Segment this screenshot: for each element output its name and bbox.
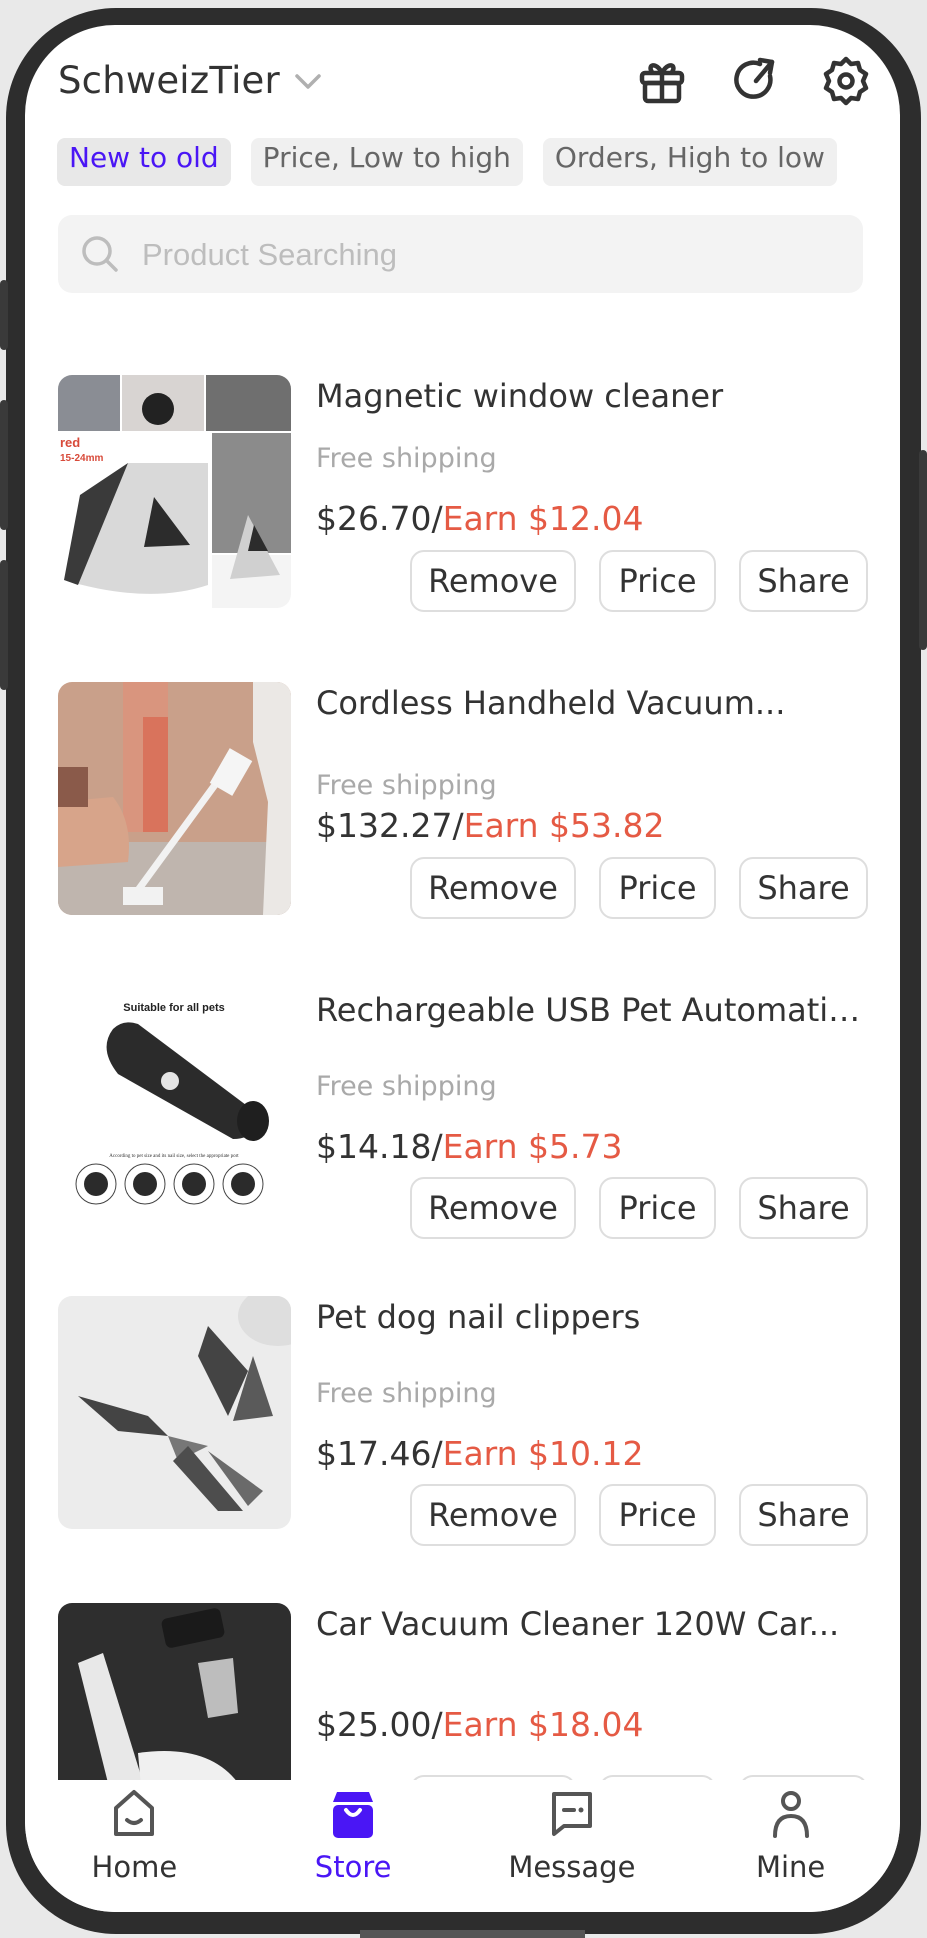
svg-text:red: red (60, 435, 80, 450)
earn-amount: Earn $5.73 (442, 1127, 623, 1166)
price-button[interactable]: Price (599, 1484, 716, 1546)
share-button[interactable]: Share (739, 857, 868, 919)
share-button[interactable]: Share (739, 1177, 868, 1239)
nav-store[interactable]: Store (244, 1780, 463, 1912)
product-title[interactable]: Magnetic window cleaner (316, 377, 866, 415)
product-title[interactable]: Rechargeable USB Pet Automatic... (316, 991, 866, 1029)
phone-side-button (0, 560, 8, 690)
product-search-input[interactable] (140, 215, 844, 295)
shipping-label: Free shipping (316, 770, 497, 801)
product-image-pet-nail-grinder[interactable]: Suitable for all pets According to pet s… (58, 989, 291, 1222)
product-item: Cordless Handheld Vacuum... Free shippin… (58, 682, 868, 932)
phone-side-button (0, 400, 8, 530)
svg-text:According to pet size and its: According to pet size and its nail size,… (109, 1154, 239, 1159)
svg-text:15-24mm: 15-24mm (60, 453, 103, 464)
home-icon (114, 1790, 155, 1836)
nav-mine[interactable]: Mine (681, 1780, 900, 1912)
sort-chip-orders-high-low[interactable]: Orders, High to low (542, 138, 837, 186)
price-line: $17.46/Earn $10.12 (316, 1434, 644, 1473)
person-icon (772, 1791, 809, 1838)
product-image-car-vacuum[interactable] (58, 1603, 291, 1805)
product-title[interactable]: Cordless Handheld Vacuum... (316, 684, 866, 722)
product-item: Suitable for all pets According to pet s… (58, 989, 868, 1239)
earn-amount: Earn $18.04 (442, 1705, 644, 1744)
product-actions: Remove Price Share (410, 1177, 868, 1239)
product-item: red 15-24mm Magnetic window cleaner Free… (58, 375, 868, 625)
home-indicator (360, 1930, 585, 1938)
nav-label: Store (314, 1850, 392, 1884)
share-button[interactable]: Share (739, 550, 868, 612)
product-image-magnetic-window-cleaner[interactable]: red 15-24mm (58, 375, 291, 608)
nav-message[interactable]: Message (463, 1780, 682, 1912)
earn-amount: Earn $10.12 (442, 1434, 644, 1473)
product-actions: Remove Price Share (410, 857, 868, 919)
earn-amount: Earn $12.04 (442, 499, 644, 538)
earn-amount: Earn $53.82 (463, 806, 665, 845)
price-button[interactable]: Price (599, 1177, 716, 1239)
remove-button[interactable]: Remove (410, 857, 576, 919)
app-header: SchweizTier (25, 25, 900, 145)
product-actions: Remove Price Share (410, 550, 868, 612)
nav-home[interactable]: Home (25, 1780, 244, 1912)
search-bar (58, 215, 863, 295)
refresh-icon[interactable] (730, 55, 782, 107)
share-button[interactable]: Share (739, 1484, 868, 1546)
product-item: Car Vacuum Cleaner 120W Car... $25.00/Ea… (58, 1603, 868, 1805)
price-button[interactable]: Price (599, 550, 716, 612)
product-list[interactable]: red 15-24mm Magnetic window cleaner Free… (25, 350, 900, 1805)
sort-chips: New to old Price, Low to high Orders, Hi… (57, 138, 837, 210)
product-title[interactable]: Car Vacuum Cleaner 120W Car... (316, 1605, 866, 1643)
product-price: $25.00/ (316, 1705, 443, 1744)
product-actions: Remove Price Share (410, 1484, 868, 1546)
chevron-down-icon[interactable] (293, 67, 323, 97)
price-line: $26.70/Earn $12.04 (316, 499, 644, 538)
phone-side-button (0, 280, 8, 350)
search-icon (82, 236, 118, 272)
store-bag-icon (333, 1792, 374, 1838)
app-screen: SchweizTier New to old Price, Low to hig… (25, 25, 900, 1912)
nav-label: Home (91, 1850, 178, 1884)
product-image-cordless-vacuum[interactable] (58, 682, 291, 915)
product-price: $26.70/ (316, 499, 443, 538)
gear-icon[interactable] (820, 55, 872, 107)
product-price: $132.27/ (316, 806, 464, 845)
message-icon (551, 1792, 592, 1836)
price-line: $14.18/Earn $5.73 (316, 1127, 623, 1166)
price-line: $132.27/Earn $53.82 (316, 806, 665, 845)
gift-icon[interactable] (636, 55, 688, 107)
shipping-label: Free shipping (316, 1071, 497, 1102)
product-item: Pet dog nail clippers Free shipping $17.… (58, 1296, 868, 1546)
product-image-nail-clippers[interactable] (58, 1296, 291, 1529)
store-name-dropdown[interactable]: SchweizTier (58, 59, 280, 102)
shipping-label: Free shipping (316, 443, 497, 474)
price-button[interactable]: Price (599, 857, 716, 919)
product-title[interactable]: Pet dog nail clippers (316, 1298, 866, 1336)
nav-label: Message (508, 1850, 636, 1884)
remove-button[interactable]: Remove (410, 1177, 576, 1239)
nav-label: Mine (755, 1850, 826, 1884)
remove-button[interactable]: Remove (410, 1484, 576, 1546)
bottom-nav: Home Store Message Mine (25, 1780, 900, 1912)
product-price: $17.46/ (316, 1434, 443, 1473)
product-price: $14.18/ (316, 1127, 443, 1166)
phone-side-button (919, 450, 927, 650)
shipping-label: Free shipping (316, 1378, 497, 1409)
sort-chip-new-to-old[interactable]: New to old (57, 138, 231, 186)
remove-button[interactable]: Remove (410, 550, 576, 612)
image-caption: Suitable for all pets (123, 1002, 224, 1014)
price-line: $25.00/Earn $18.04 (316, 1705, 644, 1744)
sort-chip-price-low-high[interactable]: Price, Low to high (250, 138, 523, 186)
